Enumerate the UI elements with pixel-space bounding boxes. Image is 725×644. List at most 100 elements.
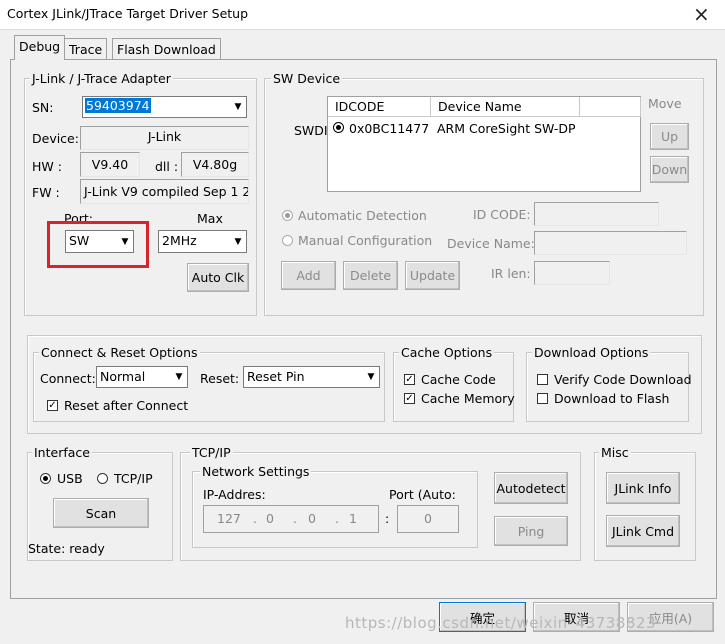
chevron-down-icon: ▼ <box>234 236 242 247</box>
download-to-flash-label: Download to Flash <box>554 391 670 406</box>
chevron-down-icon: ▼ <box>234 102 242 112</box>
sn-value: 59403974 <box>85 98 151 113</box>
close-icon[interactable]: × <box>693 2 710 26</box>
cache-code-checkbox[interactable]: ✓ <box>404 374 415 385</box>
tab-trace[interactable]: Trace <box>64 38 108 60</box>
ip-octet-1: 127 <box>217 511 241 526</box>
reset-label: Reset: <box>200 371 240 386</box>
verify-code-download-checkbox[interactable] <box>537 374 548 385</box>
ping-button[interactable]: Ping <box>494 516 568 546</box>
sn-select[interactable]: 59403974 ▼ <box>82 96 247 118</box>
row-idcode: 0x0BC11477 <box>349 121 430 136</box>
sw-device-group-title: SW Device <box>271 71 343 86</box>
chevron-down-icon: ▼ <box>367 372 375 382</box>
automatic-detection-radio[interactable] <box>282 210 293 221</box>
auto-clk-button[interactable]: Auto Clk <box>187 263 249 292</box>
highlight-annotation-box <box>47 221 149 268</box>
tcpip-group-title: TCP/IP <box>190 445 233 460</box>
tab-flash-download[interactable]: Flash Download <box>112 38 221 60</box>
ip-octet-2: 0 <box>266 511 274 526</box>
ip-octet-3: 0 <box>308 511 316 526</box>
tcp-port-input[interactable]: 0 <box>397 505 459 533</box>
verify-code-download-label: Verify Code Download <box>554 372 692 387</box>
move-label: Move <box>648 96 682 111</box>
download-to-flash-checkbox[interactable] <box>537 393 548 404</box>
watermark: https://blog.csdn.net/weixin_43738823 <box>345 614 657 632</box>
column-header-device-name[interactable]: Device Name <box>431 97 580 117</box>
reset-value: Reset Pin <box>247 369 305 384</box>
update-button[interactable]: Update <box>405 261 460 290</box>
ip-octet-4: 1 <box>349 511 357 526</box>
state-label: State: ready <box>28 541 105 556</box>
port-separator: : <box>385 511 390 526</box>
ir-len-label: IR len: <box>491 266 531 281</box>
interface-group-title: Interface <box>32 445 92 460</box>
misc-group-title: Misc <box>599 445 631 460</box>
manual-configuration-radio[interactable] <box>282 235 293 246</box>
reset-after-connect-label: Reset after Connect <box>64 398 189 413</box>
connect-value: Normal <box>100 369 146 384</box>
column-header-idcode[interactable]: IDCODE <box>328 97 431 117</box>
id-code-input[interactable] <box>534 202 659 226</box>
ip-dot: . <box>293 511 297 526</box>
download-options-group <box>526 352 689 422</box>
down-button[interactable]: Down <box>650 156 689 183</box>
download-options-group-title: Download Options <box>532 345 651 360</box>
row-device-name: ARM CoreSight SW-DP <box>437 121 576 136</box>
up-button[interactable]: Up <box>650 123 689 150</box>
connect-select[interactable]: Normal ▼ <box>96 366 188 388</box>
dll-label: dll : <box>155 159 179 174</box>
ip-address-input[interactable]: 127 . 0 . 0 . 1 <box>203 505 379 533</box>
scan-button[interactable]: Scan <box>53 498 149 528</box>
fw-field: J-Link V9 compiled Sep 1 2 <box>80 179 249 204</box>
device-name-label: Device Name: <box>447 236 535 251</box>
hw-field: V9.40 <box>80 152 140 177</box>
reset-after-connect-checkbox[interactable]: ✓ <box>47 400 58 411</box>
usb-radio[interactable] <box>40 473 51 484</box>
reset-select[interactable]: Reset Pin ▼ <box>243 366 380 388</box>
id-code-label: ID CODE: <box>473 207 531 222</box>
add-button[interactable]: Add <box>281 261 336 290</box>
column-header-empty <box>580 97 641 117</box>
sw-device-list[interactable]: IDCODE Device Name 0x0BC11477 ARM CoreSi… <box>327 96 641 192</box>
ir-len-input[interactable] <box>534 261 610 285</box>
cache-memory-checkbox[interactable]: ✓ <box>404 393 415 404</box>
adapter-group-title: J-Link / J-Trace Adapter <box>30 71 173 86</box>
cache-code-label: Cache Code <box>421 372 496 387</box>
tcpip-label: TCP/IP <box>114 471 153 486</box>
cache-memory-label: Cache Memory <box>421 391 515 406</box>
connect-label: Connect: <box>40 371 96 386</box>
device-name-input[interactable] <box>534 231 687 255</box>
fw-label: FW : <box>32 185 60 200</box>
max-clock-value: 2MHz <box>162 233 197 248</box>
ip-dot: . <box>253 511 257 526</box>
target-device-icon <box>333 122 344 133</box>
jlink-info-button[interactable]: JLink Info <box>606 472 680 504</box>
table-row[interactable]: 0x0BC11477 ARM CoreSight SW-DP <box>328 119 640 137</box>
dll-field: V4.80g <box>181 152 249 177</box>
swdi-label: SWDI <box>294 123 328 138</box>
sn-label: SN: <box>32 100 54 115</box>
autodetect-button[interactable]: Autodetect <box>494 472 568 504</box>
ip-address-label: IP-Addres: <box>203 487 266 502</box>
network-settings-title: Network Settings <box>200 464 312 479</box>
cache-options-group-title: Cache Options <box>399 345 495 360</box>
max-label: Max <box>197 211 223 226</box>
delete-button[interactable]: Delete <box>343 261 398 290</box>
connect-reset-group-title: Connect & Reset Options <box>39 345 200 360</box>
tcpip-radio[interactable] <box>97 473 108 484</box>
device-field: J-Link <box>80 126 249 150</box>
window-title: Cortex JLink/JTrace Target Driver Setup <box>7 6 249 21</box>
port-auto-label: Port (Auto: <box>389 487 456 502</box>
max-clock-select[interactable]: 2MHz ▼ <box>158 230 247 253</box>
jlink-cmd-button[interactable]: JLink Cmd <box>606 515 680 547</box>
usb-label: USB <box>57 471 83 486</box>
ip-dot: . <box>335 511 339 526</box>
title-bar: Cortex JLink/JTrace Target Driver Setup … <box>0 0 725 30</box>
device-label: Device: <box>32 131 79 146</box>
chevron-down-icon: ▼ <box>175 372 183 382</box>
manual-configuration-label: Manual Configuration <box>298 233 433 248</box>
hw-label: HW : <box>32 159 62 174</box>
automatic-detection-label: Automatic Detection <box>298 208 427 223</box>
tab-debug[interactable]: Debug <box>14 35 66 60</box>
